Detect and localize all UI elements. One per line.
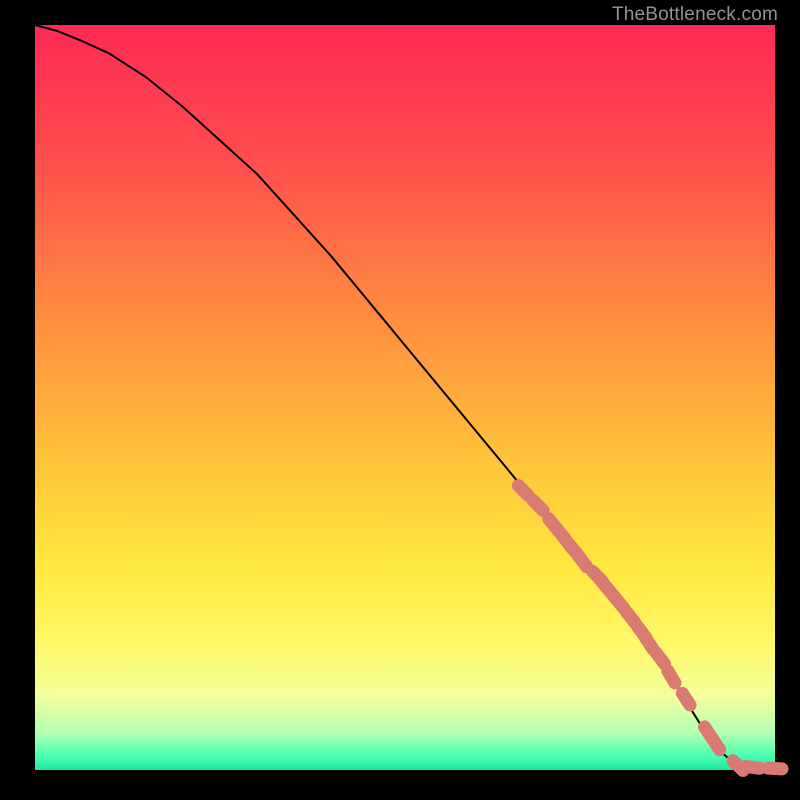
marker-point bbox=[712, 738, 720, 750]
chart-frame: TheBottleneck.com bbox=[0, 0, 800, 800]
marker-point bbox=[656, 653, 664, 664]
attribution-text: TheBottleneck.com bbox=[612, 4, 778, 26]
marker-point bbox=[746, 767, 760, 769]
marker-point bbox=[668, 671, 675, 683]
marker-point bbox=[682, 693, 690, 705]
marker-point bbox=[645, 638, 653, 650]
marker-group bbox=[518, 486, 782, 771]
marker-point bbox=[626, 612, 635, 623]
chart-overlay bbox=[35, 25, 775, 770]
marker-point bbox=[518, 486, 528, 496]
marker-point bbox=[578, 556, 587, 567]
marker-point bbox=[533, 501, 543, 511]
marker-point bbox=[768, 768, 782, 769]
